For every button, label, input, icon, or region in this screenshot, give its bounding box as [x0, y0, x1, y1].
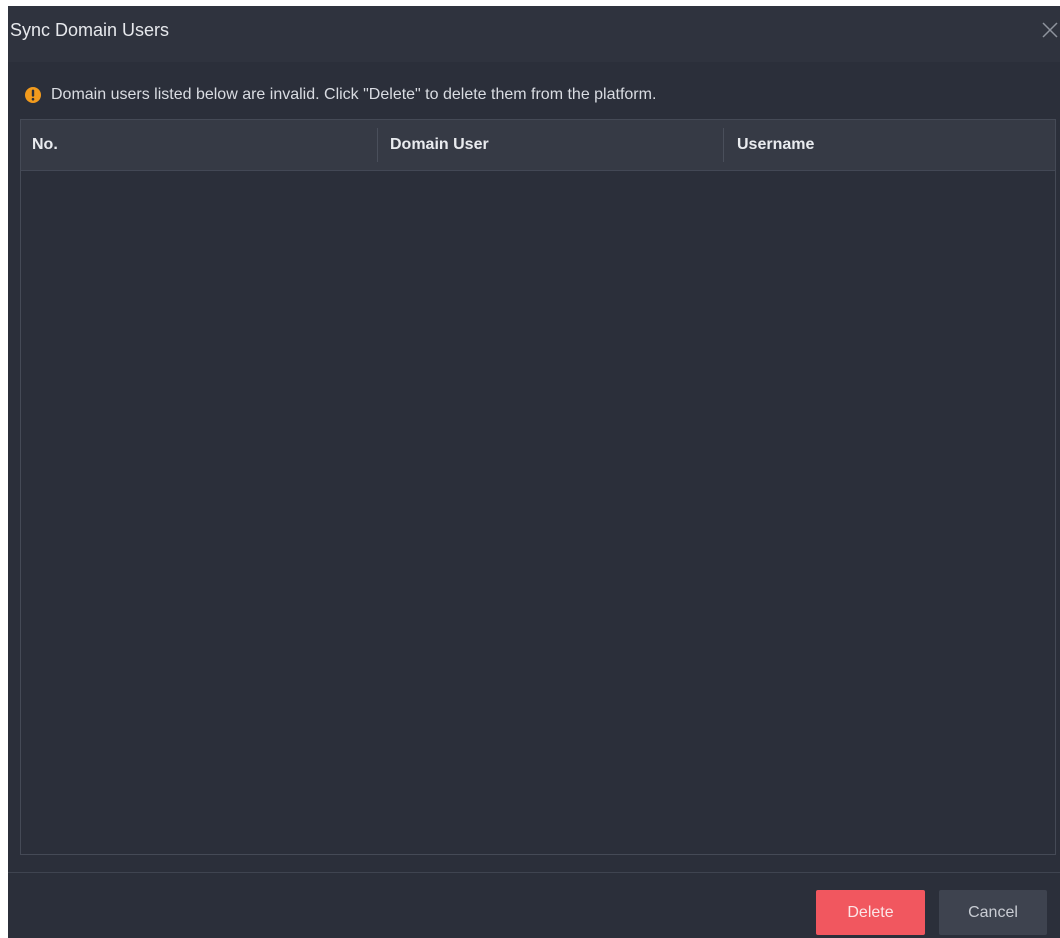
dialog-title-bar: Sync Domain Users [8, 6, 1060, 62]
sync-domain-users-dialog: Sync Domain Users Domain users listed be… [8, 6, 1060, 938]
delete-button[interactable]: Delete [816, 890, 925, 935]
domain-users-table: No. Domain User Username [20, 119, 1056, 855]
warning-icon [24, 86, 42, 104]
column-divider[interactable] [723, 128, 724, 162]
table-header: No. Domain User Username [21, 120, 1055, 171]
close-icon[interactable] [1040, 20, 1060, 40]
warning-notice: Domain users listed below are invalid. C… [24, 84, 656, 106]
table-body [21, 171, 1055, 854]
footer-divider [8, 872, 1060, 873]
column-header-no[interactable]: No. [32, 120, 58, 170]
column-header-username[interactable]: Username [737, 120, 814, 170]
cancel-button[interactable]: Cancel [939, 890, 1047, 935]
column-divider[interactable] [377, 128, 378, 162]
dialog-title: Sync Domain Users [10, 20, 170, 40]
column-header-domain-user[interactable]: Domain User [390, 120, 489, 170]
notice-text: Domain users listed below are invalid. C… [51, 86, 657, 103]
